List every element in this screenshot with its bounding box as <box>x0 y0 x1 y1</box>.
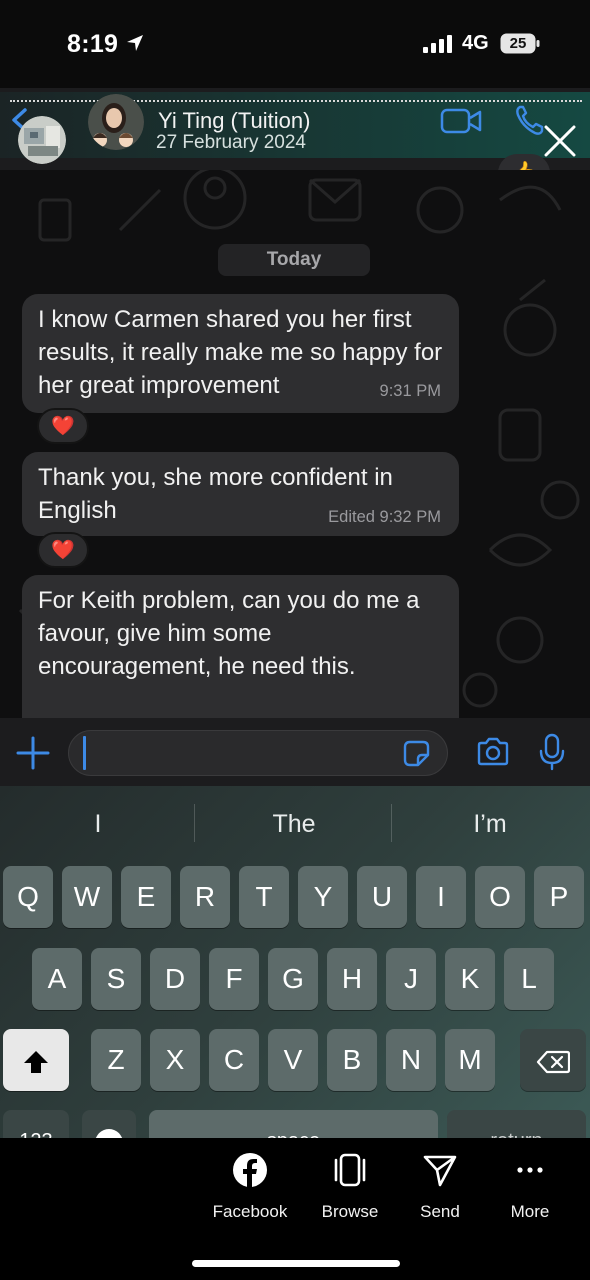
chat-date: 27 February 2024 <box>156 132 306 153</box>
key-i[interactable]: I <box>416 866 466 928</box>
contact-avatar[interactable] <box>88 94 144 150</box>
status-time: 8:19 <box>67 30 119 58</box>
key-g[interactable]: G <box>268 948 318 1010</box>
suggestion-2[interactable]: The <box>196 808 392 840</box>
suggestion-divider <box>194 804 195 842</box>
share-label: Send <box>420 1202 460 1221</box>
shift-key[interactable] <box>3 1029 69 1091</box>
message-bubble[interactable]: Thank you, she more confident in English… <box>22 452 459 536</box>
phone-call-icon[interactable] <box>515 104 545 136</box>
send-icon <box>423 1155 457 1187</box>
location-arrow-icon <box>127 35 143 51</box>
key-k[interactable]: K <box>445 948 495 1010</box>
shift-icon <box>24 1050 48 1073</box>
key-u[interactable]: U <box>357 866 407 928</box>
key-w[interactable]: W <box>62 866 112 928</box>
browse-icon <box>334 1153 366 1187</box>
key-v[interactable]: V <box>268 1029 318 1091</box>
close-icon[interactable] <box>543 124 577 158</box>
key-q[interactable]: Q <box>3 866 53 928</box>
backspace-icon <box>536 1050 570 1073</box>
share-label: More <box>510 1202 550 1221</box>
key-p[interactable]: P <box>534 866 584 928</box>
text-caret <box>83 736 86 770</box>
microphone-icon[interactable] <box>538 733 566 771</box>
share-browse[interactable]: Browse <box>301 1152 397 1226</box>
key-c[interactable]: C <box>209 1029 259 1091</box>
facebook-icon <box>233 1153 267 1187</box>
sticker-icon[interactable] <box>403 740 430 767</box>
suggestion-1[interactable]: I <box>0 808 196 840</box>
key-m[interactable]: M <box>445 1029 495 1091</box>
key-r[interactable]: R <box>180 866 230 928</box>
key-s[interactable]: S <box>91 948 141 1010</box>
message-bubble[interactable]: For Keith problem, can you do me a favou… <box>22 575 459 718</box>
delete-key[interactable] <box>520 1029 586 1091</box>
key-f[interactable]: F <box>209 948 259 1010</box>
message-bubble[interactable]: I know Carmen shared you her first resul… <box>22 294 459 413</box>
key-d[interactable]: D <box>150 948 200 1010</box>
suggestion-3[interactable]: I’m <box>392 808 588 840</box>
message-time: Edited 9:32 PM <box>328 508 441 526</box>
key-h[interactable]: H <box>327 948 377 1010</box>
battery-level: 25 <box>509 35 527 52</box>
more-icon <box>517 1167 543 1173</box>
key-l[interactable]: L <box>504 948 554 1010</box>
date-separator: Today <box>218 244 370 276</box>
key-x[interactable]: X <box>150 1029 200 1091</box>
key-j[interactable]: J <box>386 948 436 1010</box>
key-y[interactable]: Y <box>298 866 348 928</box>
key-o[interactable]: O <box>475 866 525 928</box>
contact-name[interactable]: Yi Ting (Tuition) <box>158 108 310 134</box>
group-avatar[interactable] <box>18 116 66 164</box>
key-b[interactable]: B <box>327 1029 377 1091</box>
share-send[interactable]: Send <box>391 1152 487 1226</box>
key-a[interactable]: A <box>32 948 82 1010</box>
camera-icon[interactable] <box>476 737 510 767</box>
share-label: Browse <box>321 1202 379 1221</box>
key-e[interactable]: E <box>121 866 171 928</box>
attach-plus-icon[interactable] <box>16 736 50 770</box>
key-n[interactable]: N <box>386 1029 436 1091</box>
reaction-heart[interactable]: ❤️ <box>37 408 89 444</box>
message-input[interactable] <box>68 730 448 776</box>
signal-icon <box>423 35 452 53</box>
message-text: For Keith problem, can you do me a favou… <box>38 587 420 680</box>
key-z[interactable]: Z <box>91 1029 141 1091</box>
message-time: 9:31 PM <box>379 382 441 400</box>
share-facebook[interactable]: Facebook <box>201 1152 297 1226</box>
home-indicator[interactable] <box>192 1260 400 1267</box>
key-t[interactable]: T <box>239 866 289 928</box>
reaction-heart[interactable]: ❤️ <box>37 532 89 568</box>
network-type: 4G <box>462 32 489 54</box>
share-more[interactable]: More <box>481 1152 577 1226</box>
chat-body[interactable]: Today I know Carmen shared you her first… <box>0 170 590 718</box>
video-call-icon[interactable] <box>440 108 482 134</box>
share-label: Facebook <box>212 1202 288 1221</box>
